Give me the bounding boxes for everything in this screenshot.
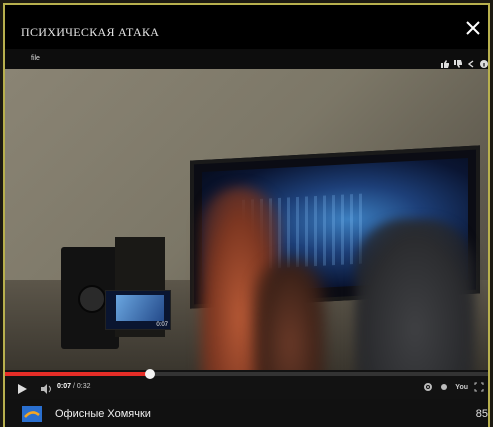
share-icon[interactable] xyxy=(467,55,475,68)
time-total: 0:32 xyxy=(76,383,91,390)
time-current: 0:07 xyxy=(57,383,72,390)
video-action-icons xyxy=(441,55,488,68)
channel-footer: Офисные Хомячки 85 xyxy=(5,399,488,427)
video-popup: ПСИХИЧЕСКАЯ АТАКА file 0:07 0:07 / 0:32 … xyxy=(3,3,490,427)
video-top-bar: file xyxy=(5,49,488,69)
time-display: 0:07 / 0:32 xyxy=(57,383,90,390)
gear-icon[interactable] xyxy=(423,382,433,392)
video-hand-shadow xyxy=(255,259,325,370)
captions-icon[interactable] xyxy=(439,382,449,392)
channel-logo-icon[interactable] xyxy=(22,406,42,422)
thumbs-down-icon[interactable] xyxy=(454,55,462,68)
video-frame[interactable]: 0:07 xyxy=(5,69,488,370)
youtube-logo[interactable]: You xyxy=(455,384,468,391)
progress-knob[interactable] xyxy=(144,369,155,379)
fullscreen-icon[interactable] xyxy=(474,382,484,392)
volume-icon[interactable] xyxy=(39,382,53,396)
seek-preview-thumbnail: 0:07 xyxy=(105,290,171,330)
popup-header: ПСИХИЧЕСКАЯ АТАКА xyxy=(5,5,488,49)
right-controls: You xyxy=(423,382,484,392)
thumbs-up-icon[interactable] xyxy=(441,55,449,68)
progress-fill xyxy=(5,372,150,376)
play-icon[interactable] xyxy=(15,382,29,396)
video-cat xyxy=(355,219,475,370)
channel-name[interactable]: Офисные Хомячки xyxy=(55,408,151,420)
info-icon[interactable] xyxy=(480,55,488,68)
close-icon[interactable] xyxy=(464,19,482,37)
view-count: 85 xyxy=(475,408,488,420)
progress-bar[interactable] xyxy=(5,369,488,379)
video-player[interactable]: file 0:07 0:07 / 0:32 You xyxy=(5,49,488,404)
seek-preview-time: 0:07 xyxy=(156,322,168,328)
video-file-label: file xyxy=(31,55,40,62)
popup-title: ПСИХИЧЕСКАЯ АТАКА xyxy=(21,25,160,39)
